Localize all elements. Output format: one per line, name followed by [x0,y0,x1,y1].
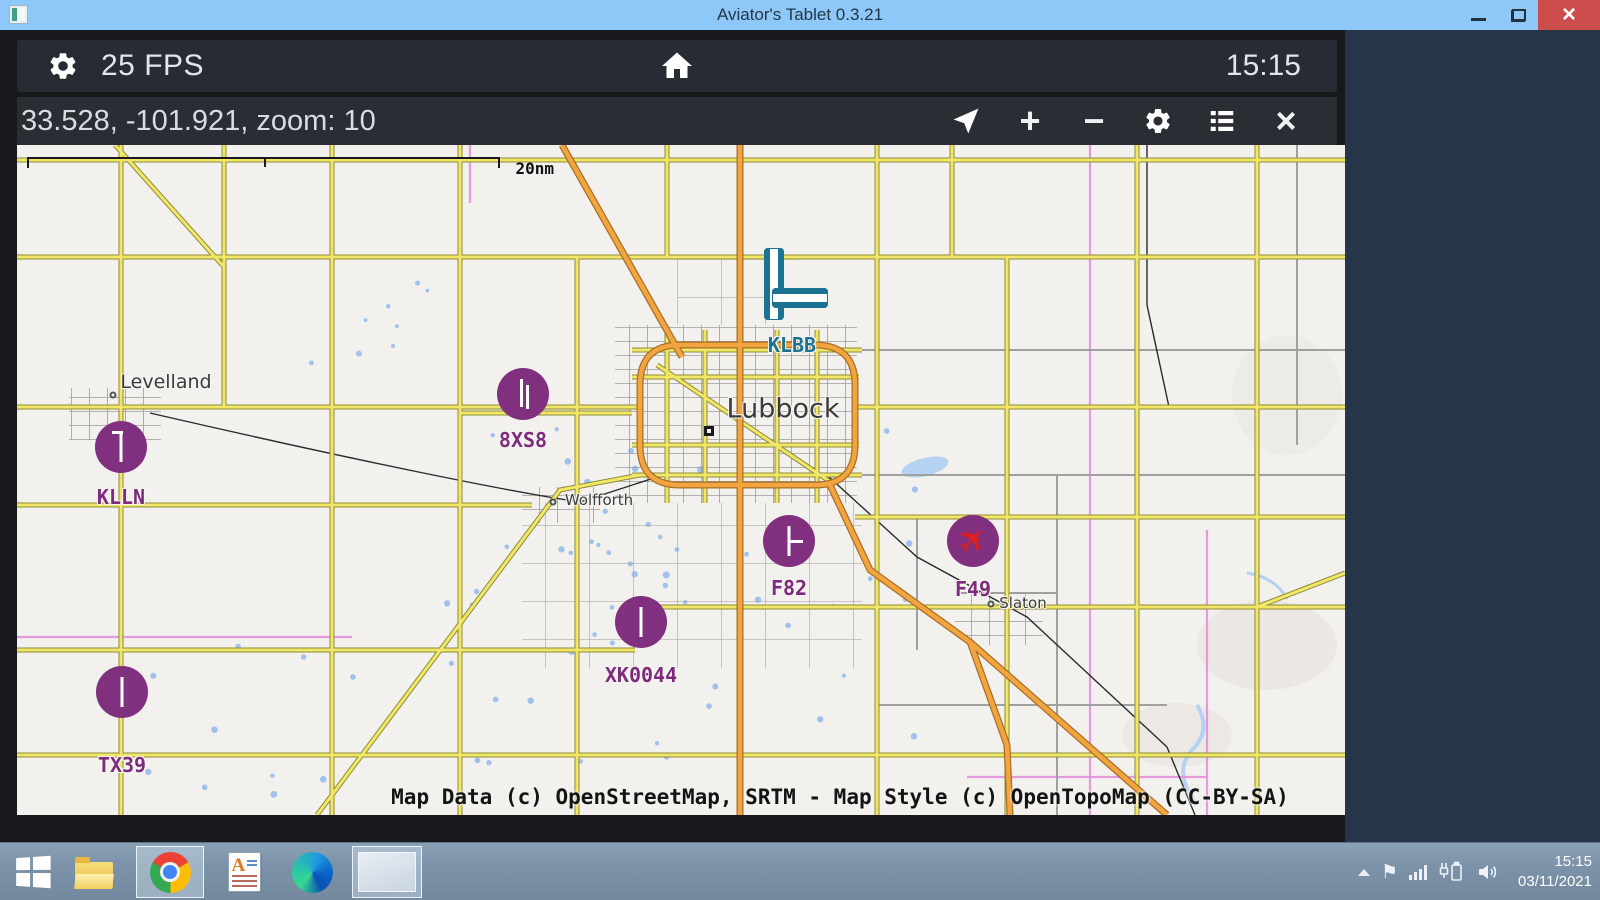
close-map-button[interactable]: × [1265,100,1307,142]
airport-marker-icon [497,368,549,420]
network-signal-icon[interactable] [1409,864,1428,880]
restore-icon [1510,8,1526,22]
screen: Aviator's Tablet 0.3.21 × 25 FPS 15:15 3… [0,0,1600,900]
map-toolbar: 33.528, -101.921, zoom: 10 + − × [17,97,1337,145]
tray-clock[interactable]: 15:15 03/11/2021 [1518,852,1592,893]
wordpad-icon: A [227,852,261,892]
town-label: Slaton [999,594,1047,612]
airport-marker-label: F82 [770,576,808,600]
edge-icon [291,851,333,893]
scale-label: 20nm [515,159,554,178]
taskbar-file-explorer[interactable] [68,843,120,900]
fps-counter: 25 FPS [101,49,205,82]
map-scale-bar: 20nm [27,157,554,178]
app-panel: 25 FPS 15:15 33.528, -101.921, zoom: 10 … [0,30,1345,842]
show-hidden-icons-button[interactable] [1357,868,1370,876]
chrome-icon [149,851,191,893]
window-titlebar: Aviator's Tablet 0.3.21 × [0,0,1600,30]
tray-date: 03/11/2021 [1518,873,1592,890]
airport-marker-label: KLBB [767,333,817,357]
gear-icon [1146,109,1170,133]
tray-time: 15:15 [1554,852,1592,870]
coordinates-display: 33.528, -101.921, zoom: 10 [21,104,376,137]
taskbar-chrome[interactable] [136,846,204,898]
airport-marker-icon [96,666,148,718]
speaker-icon[interactable] [1475,861,1501,883]
minimize-button[interactable] [1458,0,1498,30]
airport-marker-label: TX39 [97,753,147,777]
system-tray: ⚑ 15:15 03/11/2021 [1357,843,1592,900]
airport-marker-label: F49 [954,577,992,601]
home-icon [662,52,692,78]
gear-icon [50,53,76,79]
town-dot [549,498,557,506]
taskbar-wordpad[interactable]: A [218,843,270,900]
taskbar-active-app[interactable] [352,846,422,898]
windows-taskbar: A ⚑ 15:15 03/11/2021 [0,842,1600,900]
airport-marker-icon [756,248,828,322]
map-basemap [17,145,1345,815]
minus-icon: − [1083,100,1105,141]
close-icon: × [1275,100,1297,141]
home-button[interactable] [653,44,701,88]
close-button[interactable]: × [1538,0,1600,30]
airport-marker-label: 8XS8 [498,428,548,452]
windows-logo-icon [16,855,51,889]
start-button[interactable] [6,843,58,900]
plus-icon: + [1019,100,1041,141]
folder-icon [75,856,113,889]
town-dot [109,391,117,399]
airport-marker-icon [615,596,667,648]
map-canvas[interactable]: 20nm KLBB 8XS8 KLLN F82 F49 XK0044 TX39 … [17,145,1345,815]
settings-button[interactable] [43,46,83,86]
zoom-in-button[interactable]: + [1009,100,1051,142]
airport-marker-label: XK0044 [604,663,678,687]
close-icon: × [1561,1,1576,28]
airport-marker-label: KLLN [96,485,146,509]
map-settings-button[interactable] [1137,100,1179,142]
town-dot [987,600,995,608]
app-clock: 15:15 [1225,49,1301,82]
minimize-icon [1470,17,1486,21]
taskbar-edge[interactable] [284,843,340,900]
app-topbar: 25 FPS 15:15 [17,40,1337,92]
action-center-flag-icon[interactable]: ⚑ [1381,863,1398,882]
airport-marker-icon [763,515,815,567]
scale-mid-tick [263,159,266,167]
layers-list-button[interactable] [1201,100,1243,142]
town-label: Wolfforth [564,491,634,509]
navigation-arrow-icon [953,108,979,134]
list-icon [1210,111,1234,131]
locate-button[interactable] [945,100,987,142]
map-attribution: Map Data (c) OpenStreetMap, SRTM - Map S… [391,785,1289,809]
app-window: 25 FPS 15:15 33.528, -101.921, zoom: 10 … [0,30,1600,842]
airport-marker-icon [95,421,147,473]
town-label: Lubbock [726,393,840,425]
restore-button[interactable] [1498,0,1538,30]
window-title: Aviator's Tablet 0.3.21 [716,5,884,24]
airport-marker-icon [947,515,999,567]
app-icon [9,5,28,24]
app-window-icon [358,852,416,892]
town-label: Levelland [120,371,212,393]
battery-power-icon[interactable] [1438,861,1464,883]
zoom-out-button[interactable]: − [1073,100,1115,142]
